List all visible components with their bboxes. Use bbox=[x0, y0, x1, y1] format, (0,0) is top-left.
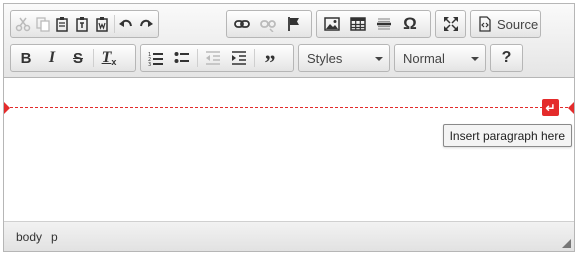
table-icon[interactable] bbox=[345, 12, 371, 36]
strike-icon[interactable]: S bbox=[65, 46, 91, 70]
editor-toolbar: Ω Source B I S Tx 123 ” Styles Normal ? bbox=[4, 4, 574, 78]
redo-icon[interactable] bbox=[136, 12, 156, 36]
source-label: Source bbox=[497, 16, 539, 32]
magic-line-right-marker bbox=[568, 102, 574, 114]
styles-dropdown[interactable]: Styles bbox=[298, 44, 390, 72]
numbered-list-icon[interactable]: 123 bbox=[143, 46, 169, 70]
elements-path-bar: body p bbox=[4, 221, 574, 251]
outdent-icon[interactable] bbox=[200, 46, 226, 70]
insert-paragraph-icon[interactable]: ↵ bbox=[542, 99, 559, 116]
separator bbox=[197, 49, 198, 67]
separator bbox=[254, 49, 255, 67]
link-group bbox=[226, 10, 312, 38]
horizontal-rule-icon[interactable] bbox=[371, 12, 397, 36]
copy-icon[interactable] bbox=[33, 12, 53, 36]
special-char-icon[interactable]: Ω bbox=[397, 12, 423, 36]
format-dropdown[interactable]: Normal bbox=[394, 44, 486, 72]
anchor-icon[interactable] bbox=[281, 12, 307, 36]
unlink-icon[interactable] bbox=[255, 12, 281, 36]
insert-paragraph-tooltip: Insert paragraph here bbox=[442, 124, 572, 147]
cut-icon[interactable] bbox=[13, 12, 33, 36]
svg-text:3: 3 bbox=[148, 62, 151, 66]
insert-group: Ω bbox=[316, 10, 431, 38]
image-icon[interactable] bbox=[319, 12, 345, 36]
indent-icon[interactable] bbox=[226, 46, 252, 70]
source-icon bbox=[479, 16, 491, 32]
help-button[interactable]: ? bbox=[494, 46, 520, 70]
maximize-group bbox=[435, 10, 466, 38]
maximize-icon[interactable] bbox=[438, 12, 463, 36]
path-item-body[interactable]: body bbox=[16, 230, 42, 244]
paste-text-icon[interactable] bbox=[72, 12, 92, 36]
format-dropdown-label: Normal bbox=[403, 50, 445, 66]
magic-line bbox=[10, 107, 568, 108]
bold-icon[interactable]: B bbox=[13, 46, 39, 70]
link-icon[interactable] bbox=[229, 12, 255, 36]
rich-text-editor: Ω Source B I S Tx 123 ” Styles Normal ? … bbox=[3, 3, 575, 252]
styles-dropdown-label: Styles bbox=[307, 50, 343, 66]
paste-icon[interactable] bbox=[53, 12, 73, 36]
path-item-p[interactable]: p bbox=[51, 230, 58, 244]
chevron-down-icon bbox=[471, 57, 479, 61]
clipboard-group bbox=[10, 10, 159, 38]
bulleted-list-icon[interactable] bbox=[169, 46, 195, 70]
list-group: 123 ” bbox=[140, 44, 294, 75]
undo-icon[interactable] bbox=[117, 12, 137, 36]
basic-styles-group: B I S Tx bbox=[10, 44, 136, 72]
chevron-down-icon bbox=[375, 57, 383, 61]
separator bbox=[93, 49, 94, 67]
source-button[interactable]: Source bbox=[473, 12, 542, 36]
italic-icon[interactable]: I bbox=[39, 46, 65, 70]
remove-format-icon[interactable]: Tx bbox=[96, 46, 122, 70]
blockquote-icon[interactable]: ” bbox=[257, 46, 283, 75]
separator bbox=[113, 15, 115, 33]
editing-area[interactable]: ↵ Insert paragraph here bbox=[4, 79, 574, 222]
magic-line-left-marker bbox=[4, 102, 10, 114]
source-group: Source bbox=[470, 10, 541, 38]
paste-word-icon[interactable] bbox=[92, 12, 112, 36]
help-group: ? bbox=[490, 44, 523, 72]
resize-handle-icon[interactable] bbox=[562, 239, 571, 248]
